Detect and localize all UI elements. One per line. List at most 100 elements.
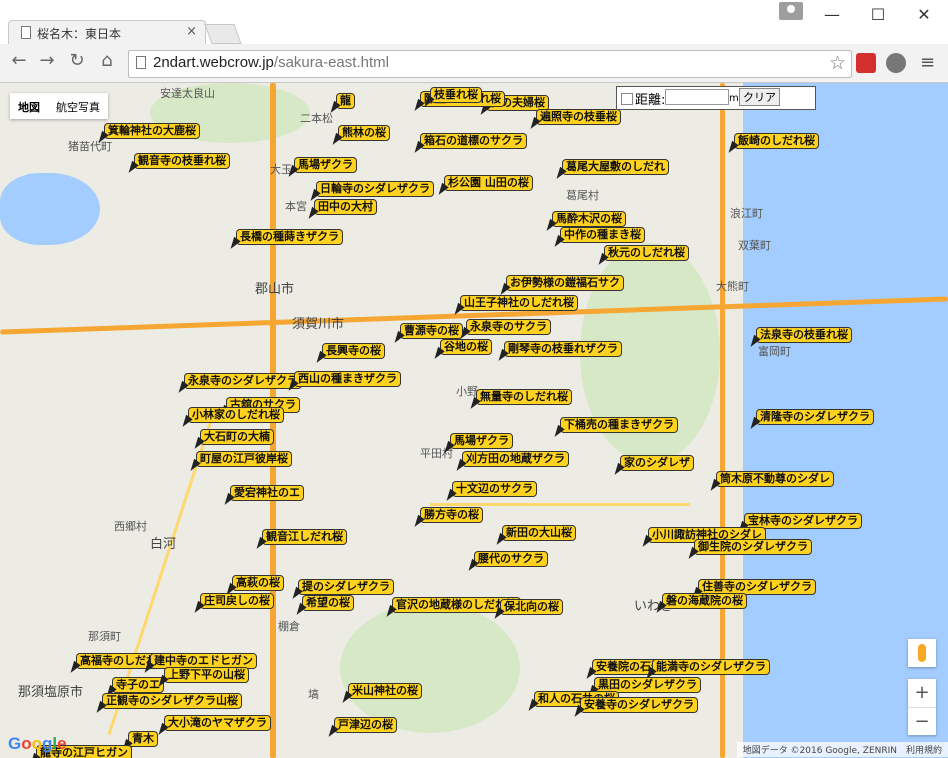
cherry-tree-marker[interactable]: 日輪寺のシダレザクラ (307, 177, 434, 204)
cherry-tree-marker[interactable]: 法泉寺の枝垂れ桜 (747, 323, 852, 350)
page-info-icon[interactable] (136, 56, 146, 69)
cherry-tree-marker[interactable]: 山王子神社のしだれ桜 (451, 291, 578, 318)
map-credits[interactable]: 地図データ ©2016 Google, ZENRIN 利用規約 (736, 742, 948, 757)
browser-tab[interactable]: 桜名木：東日本 × (8, 20, 206, 45)
home-button[interactable]: ⌂ (96, 50, 118, 72)
marker-label: 観音寺の枝垂れ桜 (134, 153, 230, 169)
cherry-tree-marker[interactable]: 青木 (119, 727, 158, 754)
marker-label: 磐の海蔵院の桜 (662, 593, 747, 609)
back-button[interactable]: ← (8, 50, 30, 72)
cherry-tree-marker[interactable]: 長興寺の桜 (313, 339, 385, 366)
place-label: 浪江町 (730, 207, 763, 220)
map-type-roadmap[interactable]: 地図 (10, 93, 48, 119)
marker-label: 西山の種まきザクラ (294, 371, 401, 387)
marker-label: 十文辺のサクラ (452, 481, 537, 497)
cherry-tree-marker[interactable]: 米山神社の桜 (339, 679, 422, 706)
bookmark-star-icon[interactable]: ☆ (829, 52, 846, 74)
cherry-tree-marker[interactable]: 磐の海蔵院の桜 (653, 589, 747, 616)
cherry-tree-marker[interactable]: 熊林の桜 (329, 121, 390, 148)
clear-button[interactable]: クリア (739, 88, 780, 106)
cherry-tree-marker[interactable]: 杉公園 山田の桜 (435, 171, 533, 198)
cherry-tree-marker[interactable]: 剛琴寺の枝垂れザクラ (495, 337, 622, 364)
address-bar[interactable]: 2ndart.webcrow.jp/sakura-east.html ☆ (128, 50, 852, 78)
marker-label: 永泉寺のサクラ (466, 319, 551, 335)
cherry-tree-marker[interactable]: 十文辺のサクラ (443, 477, 537, 504)
cherry-tree-marker[interactable]: 永泉寺のサクラ (457, 315, 551, 342)
cherry-tree-marker[interactable]: 安養寺のシダレザクラ (571, 693, 698, 720)
cherry-tree-marker[interactable]: 正観寺のシダレザクラ山桜 (93, 689, 242, 716)
cherry-tree-marker[interactable]: 永泉寺のシダレザクラ (175, 369, 302, 396)
cherry-tree-marker[interactable]: 馬場ザクラ (441, 429, 513, 456)
distance-checkbox[interactable] (621, 93, 633, 105)
cherry-tree-marker[interactable]: 遍照寺の枝垂桜 (527, 105, 621, 132)
forward-button[interactable]: → (36, 50, 58, 72)
cherry-tree-marker[interactable]: 葛尾大屋敷のしだれ (553, 155, 669, 182)
distance-unit: m (729, 93, 739, 104)
cherry-tree-marker[interactable]: 飯崎のしだれ桜 (725, 129, 819, 156)
cherry-tree-marker[interactable]: 庄司戻しの桜 (191, 589, 274, 616)
cherry-tree-marker[interactable]: 谷地の桜 (431, 335, 492, 362)
distance-input[interactable] (665, 89, 729, 105)
cherry-tree-marker[interactable]: 能満寺のシダレザクラ (643, 655, 770, 682)
extension-film-icon[interactable] (886, 53, 906, 73)
tab-close-button[interactable]: × (186, 24, 197, 39)
cherry-tree-marker[interactable]: 龍 (327, 89, 355, 116)
marker-label: 熊林の桜 (338, 125, 390, 141)
marker-label: 山王子神社のしだれ桜 (460, 295, 578, 311)
cherry-tree-marker[interactable]: 小林家のしだれ桜 (179, 403, 284, 430)
cherry-tree-marker[interactable]: 馬場ザクラ (285, 153, 357, 180)
cherry-tree-marker[interactable]: お伊勢様の鎧福石サク (497, 271, 624, 298)
cherry-tree-marker[interactable]: 大石町の大楠 (191, 425, 274, 452)
cherry-tree-marker[interactable]: 田中の大村 (305, 195, 377, 222)
cherry-tree-marker[interactable]: 上野下平の山桜 (155, 663, 249, 690)
marker-label: 刈方田の地蔵ザクラ (462, 451, 569, 467)
cherry-tree-marker[interactable]: 箱石の道標のサクラ (411, 129, 527, 156)
place-label: 本宮 (285, 200, 307, 213)
new-tab-button[interactable] (204, 24, 242, 44)
cherry-tree-marker[interactable]: 刈方田の地蔵ザクラ (453, 447, 569, 474)
cherry-tree-marker[interactable]: 筒木原不動尊のシダレ (707, 467, 834, 494)
zoom-out-button[interactable]: − (908, 708, 936, 736)
cherry-tree-marker[interactable]: 観音寺の枝垂れ桜 (125, 149, 230, 176)
cherry-tree-marker[interactable]: 秋元のしだれ桜 (595, 241, 689, 268)
cherry-tree-marker[interactable]: 希望の桜 (293, 591, 354, 618)
cherry-tree-marker[interactable]: 中作の種まき桜 (551, 223, 645, 250)
url-text[interactable]: 2ndart.webcrow.jp/sakura-east.html (153, 54, 389, 71)
cherry-tree-marker[interactable]: 愛宕神社のエ (221, 481, 304, 508)
maximize-button[interactable]: ☐ (866, 6, 890, 24)
cherry-tree-marker[interactable]: 家のシダレザ (611, 451, 694, 478)
cherry-tree-marker[interactable]: 箕輪神社の大鹿桜 (95, 119, 200, 146)
extension-red-icon[interactable] (856, 53, 876, 73)
map-canvas[interactable]: 安達太良山 猪苗代町 本宮 大玉 郡山市 須賀川市 白河 西郷村 那須町 那須塩… (0, 83, 948, 758)
profile-icon[interactable] (779, 2, 803, 20)
marker-label: 観音江しだれ桜 (262, 529, 347, 545)
cherry-tree-marker[interactable]: 保北向の桜 (491, 595, 563, 622)
place-label: 二本松 (300, 112, 333, 125)
chrome-menu-icon[interactable]: ≡ (920, 52, 935, 73)
minimize-button[interactable]: — (820, 6, 844, 24)
cherry-tree-marker[interactable]: 御生院のシダレザクラ (685, 535, 812, 562)
place-label: 葛尾村 (566, 189, 599, 202)
cherry-tree-marker[interactable]: 下桶売の種まきザクラ (551, 413, 678, 440)
reload-button[interactable]: ↻ (66, 50, 88, 72)
cherry-tree-marker[interactable]: 大小滝のヤマザクラ (155, 711, 271, 738)
cherry-tree-marker[interactable]: 勝方寺の桜 (411, 503, 483, 530)
marker-label: 勝方寺の桜 (420, 507, 483, 523)
street-view-pegman-icon[interactable] (908, 639, 936, 667)
marker-label: 大石町の大楠 (200, 429, 274, 445)
map-type-satellite[interactable]: 航空写真 (48, 93, 108, 119)
cherry-tree-marker[interactable]: 西山の種まきザクラ (285, 367, 401, 394)
cherry-tree-marker[interactable]: 清隆寺のシダレザクラ (747, 405, 874, 432)
cherry-tree-marker[interactable]: 長橋の種蒔きザクラ (227, 225, 343, 252)
marker-label: 正観寺のシダレザクラ山桜 (102, 693, 242, 709)
cherry-tree-marker[interactable]: 戸津辺の桜 (325, 713, 397, 740)
cherry-tree-marker[interactable]: 腰代のサクラ (465, 547, 548, 574)
zoom-in-button[interactable]: + (908, 679, 936, 708)
cherry-tree-marker[interactable]: 新田の大山桜 (493, 521, 576, 548)
cherry-tree-marker[interactable]: 町屋の江戸彼岸桜 (187, 447, 292, 474)
cherry-tree-marker[interactable]: 枝垂れ桜 (421, 83, 482, 110)
cherry-tree-marker[interactable]: 無量寺のしだれ桜 (467, 385, 572, 412)
cherry-tree-marker[interactable]: 観音江しだれ桜 (253, 525, 347, 552)
close-window-button[interactable]: ✕ (912, 6, 936, 24)
cherry-tree-marker[interactable]: 高萩の桜 (223, 571, 284, 598)
